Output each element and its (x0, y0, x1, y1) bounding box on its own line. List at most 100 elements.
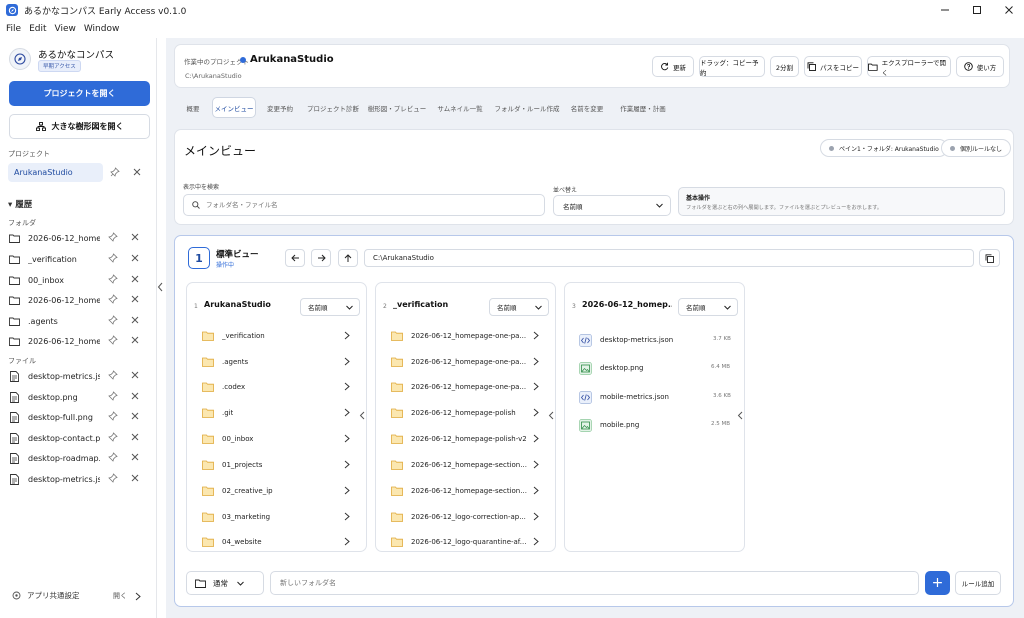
pin-icon[interactable] (108, 315, 118, 327)
path-field[interactable]: C:\ArukanaStudio (364, 249, 974, 267)
column-resize-left-icon[interactable] (359, 411, 365, 422)
refresh-button[interactable]: 更新 (652, 56, 694, 77)
remove-icon[interactable] (131, 254, 139, 264)
column-sort-select[interactable]: 名前順 (678, 298, 738, 316)
history-folder-item[interactable]: 2026-06-12_homepage... (9, 229, 149, 247)
add-rule-button[interactable]: ルール追加 (955, 571, 1001, 595)
remove-icon[interactable] (131, 474, 139, 484)
folder-row[interactable]: 2026-06-12_homepage-one-pa... (390, 327, 540, 345)
folder-row[interactable]: 01_projects (201, 456, 351, 474)
tab-work-history[interactable]: 作業履歴・計画 (615, 97, 671, 118)
history-folder-item[interactable]: 2026-06-12_homepage... (9, 291, 149, 309)
mode-select-button[interactable]: 通常 (186, 571, 264, 595)
file-row[interactable]: mobile.png 2.5 MB (579, 416, 739, 434)
search-box[interactable] (183, 194, 545, 216)
remove-icon[interactable] (131, 371, 139, 381)
file-row[interactable]: desktop.png 6.4 MB (579, 359, 739, 377)
file-row[interactable]: mobile-metrics.json 3.6 KB (579, 388, 739, 406)
up-button[interactable] (338, 249, 358, 267)
search-input[interactable] (206, 201, 526, 209)
remove-icon[interactable] (131, 412, 139, 422)
pin-icon[interactable] (108, 473, 118, 485)
history-folder-item[interactable]: 00_inbox (9, 271, 149, 289)
remove-icon[interactable] (131, 433, 139, 443)
column-sort-select[interactable]: 名前順 (489, 298, 549, 316)
pin-icon[interactable] (108, 452, 118, 464)
folder-row[interactable]: 04_website (201, 533, 351, 551)
folder-row[interactable]: 2026-06-12_logo-correction-ap... (390, 508, 540, 526)
history-folder-item[interactable]: _verification (9, 250, 149, 268)
column-resize-left-icon[interactable] (737, 411, 743, 422)
sort-select[interactable]: 名前順 (553, 195, 671, 216)
tab-thumbnails[interactable]: サムネイル一覧 (434, 97, 486, 118)
drag-copy-button[interactable]: ドラッグ：コピー予約 (699, 56, 765, 77)
open-tree-button[interactable]: 大きな樹形図を開く (9, 114, 150, 139)
pin-icon[interactable] (108, 274, 118, 286)
close-window-button[interactable] (994, 0, 1024, 20)
menu-view[interactable]: View (55, 24, 76, 34)
pin-icon[interactable] (108, 411, 118, 423)
folder-row[interactable]: 2026-06-12_logo-quarantine-af... (390, 533, 540, 551)
folder-row[interactable]: 02_creative_ip (201, 482, 351, 500)
pin-icon[interactable] (108, 370, 118, 382)
collapse-sidebar-icon[interactable] (157, 282, 164, 294)
pin-icon[interactable] (108, 232, 118, 244)
remove-icon[interactable] (131, 392, 139, 402)
remove-icon[interactable] (131, 275, 139, 285)
new-folder-field[interactable] (270, 571, 919, 595)
pin-icon[interactable] (108, 391, 118, 403)
remove-icon[interactable] (131, 233, 139, 243)
help-button[interactable]: 使い方 (956, 56, 1004, 77)
folder-row[interactable]: 00_inbox (201, 430, 351, 448)
remove-icon[interactable] (131, 295, 139, 305)
settings-open-button[interactable]: 開く (113, 591, 142, 601)
pin-icon[interactable] (108, 294, 118, 306)
copy-path-icon-button[interactable] (979, 249, 1000, 267)
column-resize-left-icon[interactable] (548, 411, 554, 422)
app-settings[interactable]: アプリ共通設定 (12, 590, 80, 601)
folder-row[interactable]: .codex (201, 378, 351, 396)
folder-row[interactable]: 2026-06-12_homepage-section... (390, 456, 540, 474)
new-folder-input[interactable] (280, 579, 880, 587)
tab-rename[interactable]: 名前を変更 (567, 97, 607, 118)
history-file-item[interactable]: desktop-full.png (9, 408, 149, 426)
pin-icon[interactable] (110, 167, 120, 179)
history-toggle[interactable]: ▾ 履歴 (8, 198, 32, 210)
open-explorer-button[interactable]: エクスプローラーで開く (867, 56, 951, 77)
folder-row[interactable]: 2026-06-12_homepage-one-pa... (390, 353, 540, 371)
folder-row[interactable]: .agents (201, 353, 351, 371)
folder-row[interactable]: 03_marketing (201, 508, 351, 526)
pane-folder-chip[interactable]: ペイン1・フォルダ: ArukanaStudio (820, 139, 948, 157)
forward-button[interactable] (311, 249, 331, 267)
project-item[interactable]: ArukanaStudio (8, 163, 103, 182)
open-project-button[interactable]: プロジェクトを開く (9, 81, 150, 106)
remove-icon[interactable] (131, 453, 139, 463)
pin-icon[interactable] (108, 432, 118, 444)
tab-tree-preview[interactable]: 樹形図・プレビュー (367, 97, 427, 118)
history-file-item[interactable]: desktop-metrics.json (9, 367, 149, 385)
history-folder-item[interactable]: 2026-06-12_homepage... (9, 332, 149, 350)
menu-window[interactable]: Window (84, 24, 120, 34)
tab-project-diagnosis[interactable]: プロジェクト診断 (306, 97, 360, 118)
pin-icon[interactable] (108, 253, 118, 265)
maximize-button[interactable] (962, 0, 992, 20)
folder-row[interactable]: _verification (201, 327, 351, 345)
tab-main-view[interactable]: メインビュー (212, 97, 256, 118)
split-button[interactable]: 2分割 (770, 56, 799, 77)
tab-folder-rules[interactable]: フォルダ・ルール作成 (493, 97, 561, 118)
folder-row[interactable]: .git (201, 404, 351, 422)
back-button[interactable] (285, 249, 305, 267)
remove-project-icon[interactable] (133, 168, 141, 178)
folder-row[interactable]: 2026-06-12_homepage-polish-v2 (390, 430, 540, 448)
tab-change-reservations[interactable]: 変更予約 (260, 97, 300, 118)
column-sort-select[interactable]: 名前順 (300, 298, 360, 316)
history-file-item[interactable]: desktop-metrics.json (9, 470, 149, 488)
minimize-button[interactable] (930, 0, 960, 20)
rule-chip[interactable]: 個別ルールなし (941, 139, 1012, 157)
remove-icon[interactable] (131, 336, 139, 346)
history-file-item[interactable]: desktop-roadmap.png (9, 449, 149, 467)
folder-row[interactable]: 2026-06-12_homepage-section... (390, 482, 540, 500)
menu-file[interactable]: File (6, 24, 21, 34)
add-folder-button[interactable]: + (925, 571, 950, 595)
history-file-item[interactable]: desktop-contact.png (9, 429, 149, 447)
